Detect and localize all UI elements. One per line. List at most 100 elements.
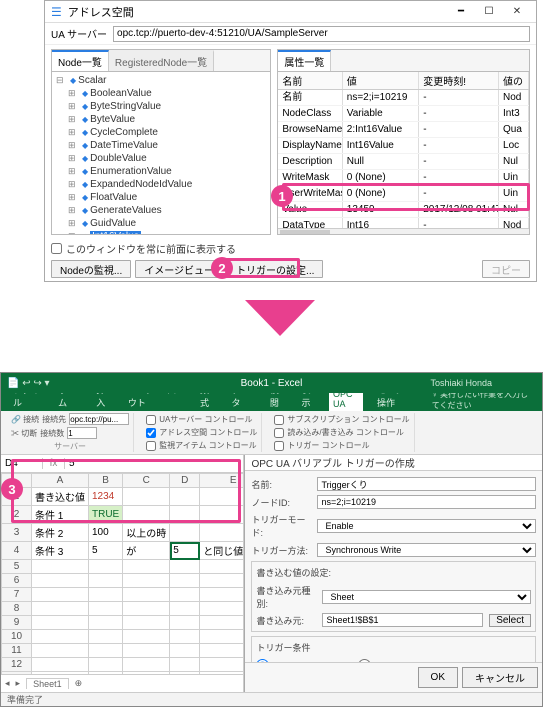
cell[interactable] (170, 560, 200, 574)
cell-grid[interactable]: ABCDEFG1書き込む値12342条件 1TRUE3条件 2100以上の時4条… (1, 473, 243, 674)
cell[interactable] (200, 488, 244, 506)
cell[interactable] (123, 602, 170, 616)
addr-space-ctrl-check[interactable] (146, 428, 156, 438)
attr-row[interactable]: NodeClassVariable-Int3 (278, 106, 529, 122)
cell[interactable]: 1234 (89, 488, 123, 506)
col-header[interactable]: E (200, 474, 244, 488)
row-header[interactable]: 7 (2, 588, 32, 602)
cell[interactable] (170, 506, 200, 524)
tree-node[interactable]: ◆Int16Value (68, 230, 266, 234)
cell[interactable]: 5 (89, 542, 123, 560)
cell[interactable] (89, 602, 123, 616)
cell[interactable]: 条件 2 (32, 524, 89, 542)
tree-node[interactable]: ◆ExpandedNodeIdValue (68, 178, 266, 191)
minimize-button[interactable]: ━ (448, 3, 474, 21)
tree-node[interactable]: ◆DoubleValue (68, 152, 266, 165)
sheet-nav-left[interactable]: ◂ (5, 678, 10, 689)
dlg-cancel-button[interactable]: キャンセル (462, 667, 538, 688)
add-sheet-button[interactable]: ⊕ (75, 678, 83, 689)
cell[interactable] (200, 560, 244, 574)
row-header[interactable]: 13 (2, 672, 32, 675)
sheet-nav-right[interactable]: ▸ (16, 678, 21, 689)
subscription-ctrl-check[interactable] (274, 415, 284, 425)
cell[interactable] (200, 506, 244, 524)
row-header[interactable]: 9 (2, 616, 32, 630)
row-header[interactable]: 11 (2, 644, 32, 658)
cell[interactable] (123, 588, 170, 602)
excel-titlebar[interactable]: 📄 ↩ ↪ ▾ Book1 - Excel Toshiaki Honda (1, 373, 542, 393)
cell[interactable]: TRUE (89, 506, 123, 524)
cell[interactable] (32, 644, 89, 658)
attr-row[interactable]: UserWriteMask0 (None)-Uin (278, 186, 529, 202)
cell[interactable]: が (123, 542, 170, 560)
monitor-ctrl-check[interactable] (146, 441, 156, 451)
attr-col-name[interactable]: 名前 (278, 72, 342, 89)
dlg-node-input[interactable] (317, 495, 536, 509)
cell[interactable] (123, 506, 170, 524)
cell[interactable]: 以上の時 (123, 524, 170, 542)
cell[interactable] (170, 672, 200, 675)
attr-col-extra[interactable]: 値の (499, 72, 529, 89)
row-header[interactable]: 10 (2, 630, 32, 644)
ribbon-tabs[interactable]: ファイルホーム挿入ページレイアウト数式データ校閲表示OPC UAモニター操作♀ … (1, 393, 542, 411)
row-header[interactable]: 6 (2, 574, 32, 588)
cell[interactable] (89, 574, 123, 588)
cell[interactable] (170, 644, 200, 658)
close-button[interactable]: ✕ (504, 3, 530, 21)
tab-node-list[interactable]: Node一覧 (52, 50, 109, 71)
cell[interactable] (170, 488, 200, 506)
tab-attributes[interactable]: 属性一覧 (278, 50, 331, 71)
cell[interactable] (123, 658, 170, 672)
cell[interactable] (200, 616, 244, 630)
attr-row[interactable]: DisplayNameInt16Value-Loc (278, 138, 529, 154)
cell[interactable]: 条件 1 (32, 506, 89, 524)
cell[interactable]: 書き込む値 (32, 488, 89, 506)
name-box[interactable]: D4 (1, 458, 43, 469)
row-header[interactable]: 8 (2, 602, 32, 616)
cell[interactable] (200, 630, 244, 644)
cell[interactable] (123, 672, 170, 675)
cell[interactable]: 100 (89, 524, 123, 542)
conn-url-input[interactable] (69, 413, 129, 425)
attr-row[interactable]: 名前ns=2;i=10219-Nod (278, 90, 529, 106)
cell[interactable] (32, 658, 89, 672)
attr-body[interactable]: 名前ns=2;i=10219-NodNodeClassVariable-Int3… (278, 90, 529, 228)
cell[interactable] (123, 560, 170, 574)
qat[interactable]: 📄 ↩ ↪ ▾ (7, 378, 50, 389)
cell[interactable] (89, 672, 123, 675)
cell[interactable] (32, 616, 89, 630)
cell[interactable] (200, 658, 244, 672)
cell[interactable] (89, 616, 123, 630)
maximize-button[interactable]: ☐ (476, 3, 502, 21)
tree-node[interactable]: ◆ByteStringValue (68, 100, 266, 113)
sheet-tab-strip[interactable]: ◂ ▸ Sheet1 ⊕ (1, 674, 243, 692)
cell[interactable] (32, 602, 89, 616)
attr-row[interactable]: Value134592017/12/08 01:47:24.374Nul (278, 202, 529, 218)
trigger-ctrl-check[interactable] (274, 441, 284, 451)
conn-count-input[interactable] (67, 427, 97, 439)
titlebar[interactable]: ☰ アドレス空間 ━ ☐ ✕ (45, 1, 536, 23)
tree-node[interactable]: ◆ByteValue (68, 113, 266, 126)
select-range-button[interactable]: Select (489, 614, 531, 627)
cell[interactable] (32, 574, 89, 588)
attr-row[interactable]: WriteMask0 (None)-Uin (278, 170, 529, 186)
attr-row[interactable]: DataTypeInt16-Nod (278, 218, 529, 228)
cell[interactable] (123, 574, 170, 588)
row-header[interactable]: 4 (2, 542, 32, 560)
cell[interactable] (89, 560, 123, 574)
tree-node[interactable]: ◆BooleanValue (68, 87, 266, 100)
dlg-name-input[interactable] (317, 477, 536, 491)
row-header[interactable]: 3 (2, 524, 32, 542)
cell[interactable] (32, 560, 89, 574)
dlg-ok-button[interactable]: OK (418, 667, 458, 688)
node-tree[interactable]: ◆Scalar◆BooleanValue◆ByteStringValue◆Byt… (52, 72, 270, 234)
attr-row[interactable]: BrowseName2:Int16Value-Qua (278, 122, 529, 138)
cell[interactable] (200, 602, 244, 616)
attr-col-time[interactable]: 変更時刻! (419, 72, 499, 89)
tree-node[interactable]: ◆CycleComplete (68, 126, 266, 139)
tree-node[interactable]: ◆GuidValue (68, 217, 266, 230)
pin-checkbox[interactable] (51, 243, 62, 254)
row-header[interactable]: 5 (2, 560, 32, 574)
node-watch-button[interactable]: Nodeの監視... (51, 260, 131, 278)
cell[interactable] (89, 630, 123, 644)
